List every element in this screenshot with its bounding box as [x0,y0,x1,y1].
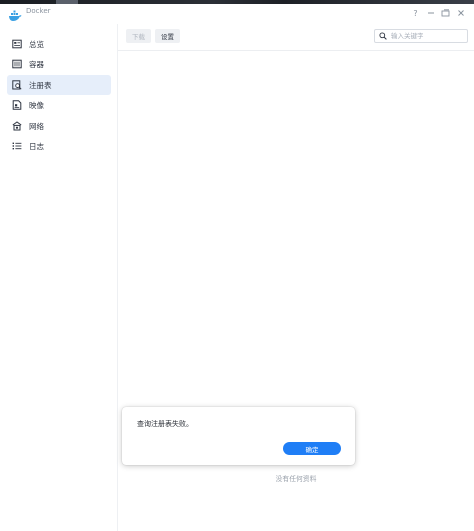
overview-icon [12,39,22,49]
registry-icon [12,80,22,90]
container-icon [12,59,22,69]
network-icon [12,121,22,131]
sidebar-item-label: 注册表 [29,80,52,90]
app-title: Docker [26,7,51,15]
search-input[interactable] [391,32,461,40]
error-dialog: 查询注册表失败。 确定 [122,407,355,465]
search-icon [379,32,387,40]
title-bar: Docker ? [0,4,474,24]
sidebar-item-log[interactable]: 日志 [7,136,111,156]
toolbar: 下载 设置 [118,24,474,51]
minimize-icon[interactable] [423,6,438,20]
sidebar: 总览 容器 注册表 映像 网络 日志 [0,24,118,531]
docker-window: Docker ? 总览 容器 注册表 映像 网络 日志 下载 设置 输入关键字 … [0,4,474,531]
image-icon [12,100,22,110]
sidebar-item-label: 日志 [29,141,44,151]
ok-button[interactable]: 确定 [283,442,341,455]
log-icon [12,141,22,151]
help-icon[interactable]: ? [408,6,423,20]
sidebar-item-image[interactable]: 映像 [7,95,111,115]
pin-icon[interactable] [438,6,453,20]
sidebar-item-label: 映像 [29,100,44,110]
sidebar-item-label: 容器 [29,59,44,69]
download-button[interactable]: 下载 [126,29,151,43]
close-icon[interactable] [453,6,468,20]
sidebar-item-label: 网络 [29,121,44,131]
sidebar-item-network[interactable]: 网络 [7,116,111,136]
window-controls: ? [408,6,468,20]
search-box[interactable] [374,29,468,43]
dialog-message: 查询注册表失败。 [137,420,193,428]
empty-state-text: 没有任何资料 [275,475,317,483]
settings-button[interactable]: 设置 [155,29,180,43]
sidebar-item-overview[interactable]: 总览 [7,34,111,54]
docker-whale-icon [8,7,22,21]
sidebar-item-container[interactable]: 容器 [7,54,111,74]
sidebar-item-registry[interactable]: 注册表 [7,75,111,95]
sidebar-item-label: 总览 [29,39,44,49]
